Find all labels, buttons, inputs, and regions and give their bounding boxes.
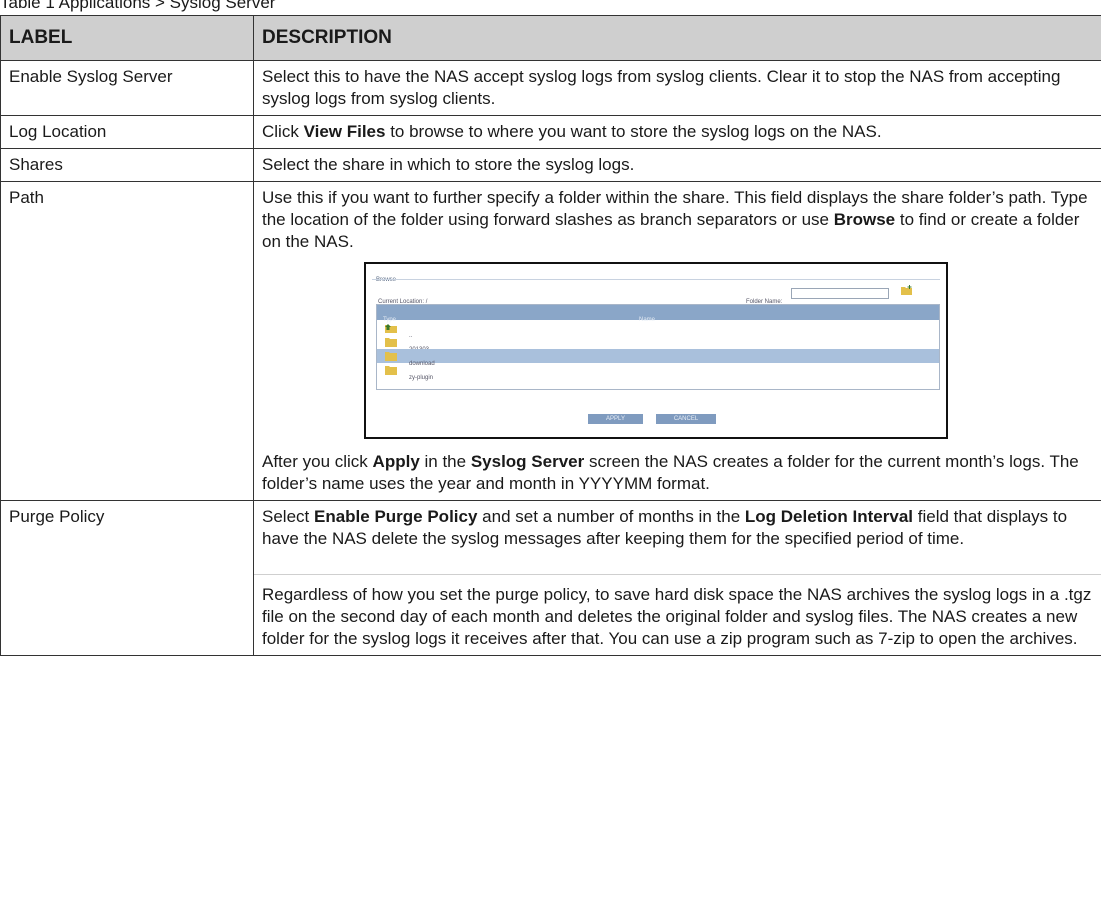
- folder-icon: [385, 366, 397, 375]
- path-description: Use this if you want to further specify …: [262, 187, 1093, 253]
- folder-row: 201303: [377, 335, 939, 353]
- folder-name-input: [791, 288, 889, 299]
- apply-button: APPLY: [588, 414, 643, 424]
- label-column-header: LABEL: [0, 15, 254, 61]
- syslog-server-term: Syslog Server: [470, 452, 585, 471]
- folder-row: zy-plugin: [377, 363, 939, 381]
- folder-icon: [385, 352, 397, 361]
- row-description: Select Enable Purge Policy and set a num…: [253, 500, 1101, 656]
- folder-list: Type Name .. 201303 download: [376, 304, 940, 390]
- row-description: Use this if you want to further specify …: [253, 181, 1101, 501]
- purge-description-2: Regardless of how you set the purge poli…: [254, 574, 1101, 650]
- folder-name: zy-plugin: [409, 375, 434, 381]
- row-label: Path: [0, 181, 254, 501]
- browse-dialog-screenshot: Browse Current Location: / Folder Name: …: [364, 262, 948, 439]
- purge-description-1: Select Enable Purge Policy and set a num…: [262, 506, 1093, 562]
- parent-folder-icon: [385, 324, 397, 333]
- path-after-apply-description: After you click Apply in the Syslog Serv…: [262, 451, 1093, 495]
- desc-text: Select: [262, 507, 314, 526]
- table-row-log-location: Log Location Click View Files to browse …: [0, 115, 1101, 149]
- browse-term: Browse: [833, 210, 896, 229]
- folder-icon: [385, 338, 397, 347]
- folder-row-selected: download: [377, 349, 939, 367]
- folder-row-parent: ..: [377, 321, 939, 339]
- view-files-term: View Files: [303, 122, 386, 141]
- table-header-row: LABEL DESCRIPTION: [0, 15, 1101, 61]
- row-label: Log Location: [0, 115, 254, 149]
- row-description: Select the share in which to store the s…: [253, 148, 1101, 182]
- log-deletion-interval-term: Log Deletion Interval: [744, 507, 914, 526]
- apply-term: Apply: [372, 452, 420, 471]
- table-caption: Table 1 Applications > Syslog Server: [0, 0, 276, 12]
- enable-purge-policy-term: Enable Purge Policy: [313, 507, 478, 526]
- table-row-enable-syslog-server: Enable Syslog Server Select this to have…: [0, 60, 1101, 116]
- table-row-shares: Shares Select the share in which to stor…: [0, 148, 1101, 182]
- table-row-purge-policy: Purge Policy Select Enable Purge Policy …: [0, 500, 1101, 656]
- folder-list-header: Type Name: [377, 305, 939, 323]
- desc-text: Click: [262, 122, 304, 141]
- new-folder-icon: [901, 285, 912, 295]
- table-row-path: Path Use this if you want to further spe…: [0, 181, 1101, 501]
- row-description: Click View Files to browse to where you …: [253, 115, 1101, 149]
- syslog-server-table: LABEL DESCRIPTION Enable Syslog Server S…: [0, 15, 1101, 656]
- desc-text: After you click: [262, 452, 373, 471]
- description-column-header: DESCRIPTION: [253, 15, 1101, 61]
- dialog-title-divider: [372, 279, 940, 280]
- desc-text: in the: [419, 452, 471, 471]
- desc-text: and set a number of months in the: [477, 507, 745, 526]
- row-label: Shares: [0, 148, 254, 182]
- desc-text: to browse to where you want to store the…: [385, 122, 882, 141]
- row-description: Select this to have the NAS accept syslo…: [253, 60, 1101, 116]
- row-label: Enable Syslog Server: [0, 60, 254, 116]
- cancel-button: CANCEL: [656, 414, 716, 424]
- row-label: Purge Policy: [0, 500, 254, 656]
- dialog-title: Browse: [376, 277, 397, 283]
